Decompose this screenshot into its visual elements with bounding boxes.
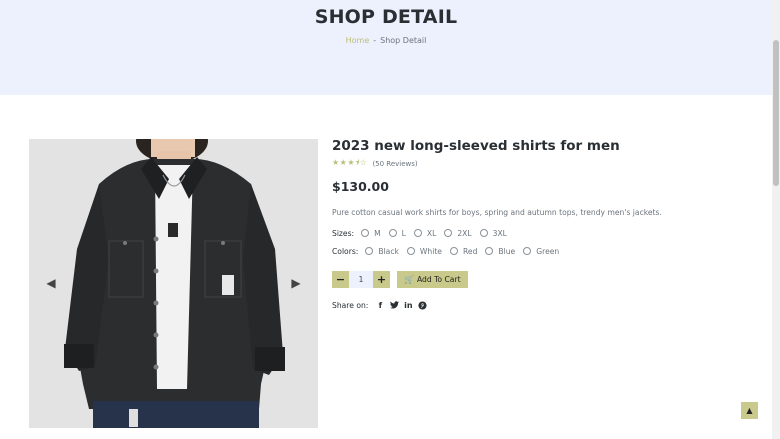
shop-detail-page: SHOP DETAIL Home - Shop Detail ◀ ▶ 2023 … bbox=[0, 0, 780, 439]
carousel-next-button[interactable]: ▶ bbox=[286, 273, 306, 293]
purchase-row: − + 🛒 Add To Cart bbox=[332, 271, 762, 288]
colors-label: Colors: bbox=[332, 246, 359, 256]
size-option-2xl[interactable]: 2XL bbox=[444, 229, 472, 238]
cart-icon: 🛒 bbox=[404, 275, 414, 284]
facebook-icon[interactable]: f bbox=[375, 300, 385, 310]
radio-button[interactable] bbox=[485, 247, 494, 255]
radio-button[interactable] bbox=[444, 229, 453, 237]
color-option-white[interactable]: White bbox=[406, 247, 442, 256]
radio-button[interactable] bbox=[479, 229, 488, 237]
color-option-green[interactable]: Green bbox=[523, 247, 559, 256]
share-row: Share on: f in bbox=[332, 300, 762, 310]
radio-button[interactable] bbox=[449, 247, 458, 255]
breadcrumb-current: Shop Detail bbox=[380, 36, 427, 45]
back-to-top-button[interactable]: ▲ bbox=[741, 402, 758, 419]
size-option-l[interactable]: L bbox=[388, 229, 406, 238]
breadcrumb-separator: - bbox=[373, 36, 377, 45]
plus-icon: + bbox=[376, 273, 387, 286]
size-option-3xl[interactable]: 3XL bbox=[479, 229, 507, 238]
vertical-scrollbar[interactable] bbox=[772, 0, 780, 439]
rating-stars: ★★★⯨☆ bbox=[332, 157, 367, 171]
color-option-red[interactable]: Red bbox=[449, 247, 477, 256]
chevron-left-icon: ◀ bbox=[46, 276, 56, 290]
radio-button[interactable] bbox=[361, 229, 370, 237]
radio-button[interactable] bbox=[523, 247, 532, 255]
sizes-label: Sizes: bbox=[332, 228, 355, 238]
breadcrumb: Home - Shop Detail bbox=[0, 36, 772, 45]
chevron-right-icon: ▶ bbox=[291, 276, 301, 290]
star-full-icon: ★ bbox=[347, 158, 356, 167]
size-option-xl[interactable]: XL bbox=[413, 229, 436, 238]
product-title: 2023 new long-sleeved shirts for men bbox=[332, 138, 620, 154]
quantity-increase-button[interactable]: + bbox=[373, 271, 390, 288]
size-options: Sizes: M L XL 2XL 3XL bbox=[332, 224, 762, 242]
color-option-black[interactable]: Black bbox=[365, 247, 399, 256]
quantity-input[interactable] bbox=[349, 271, 373, 288]
color-options: Colors: Black White Red Blue Green bbox=[332, 242, 762, 260]
product-image-carousel: ◀ ▶ bbox=[29, 139, 318, 428]
reviews-count: (50 Reviews) bbox=[372, 160, 418, 168]
star-full-icon: ★ bbox=[332, 158, 340, 167]
breadcrumb-home-link[interactable]: Home bbox=[346, 36, 370, 45]
page-title: SHOP DETAIL bbox=[314, 6, 458, 28]
page-header-banner: SHOP DETAIL Home - Shop Detail bbox=[0, 0, 772, 95]
radio-button[interactable] bbox=[388, 229, 397, 237]
color-option-blue[interactable]: Blue bbox=[485, 247, 515, 256]
linkedin-icon[interactable]: in bbox=[403, 300, 413, 310]
product-photo bbox=[29, 139, 318, 428]
twitter-icon[interactable] bbox=[389, 300, 399, 310]
scrollbar-thumb[interactable] bbox=[773, 40, 779, 186]
product-info: 2023 new long-sleeved shirts for men ★★★… bbox=[332, 136, 762, 310]
product-price: $130.00 bbox=[332, 179, 389, 194]
radio-button[interactable] bbox=[413, 229, 422, 237]
size-option-m[interactable]: M bbox=[361, 229, 381, 238]
add-to-cart-button[interactable]: 🛒 Add To Cart bbox=[397, 271, 468, 288]
pinterest-icon[interactable] bbox=[417, 300, 427, 310]
star-empty-icon: ☆ bbox=[359, 158, 368, 167]
share-label: Share on: bbox=[332, 300, 369, 310]
product-rating: ★★★⯨☆ (50 Reviews) bbox=[332, 157, 762, 171]
quantity-decrease-button[interactable]: − bbox=[332, 271, 349, 288]
product-description: Pure cotton casual work shirts for boys,… bbox=[332, 208, 662, 217]
radio-button[interactable] bbox=[406, 247, 415, 255]
add-to-cart-label: Add To Cart bbox=[416, 275, 461, 284]
radio-button[interactable] bbox=[365, 247, 374, 255]
double-chevron-up-icon: ▲ bbox=[746, 406, 753, 415]
minus-icon: − bbox=[335, 273, 346, 286]
carousel-prev-button[interactable]: ◀ bbox=[41, 273, 61, 293]
